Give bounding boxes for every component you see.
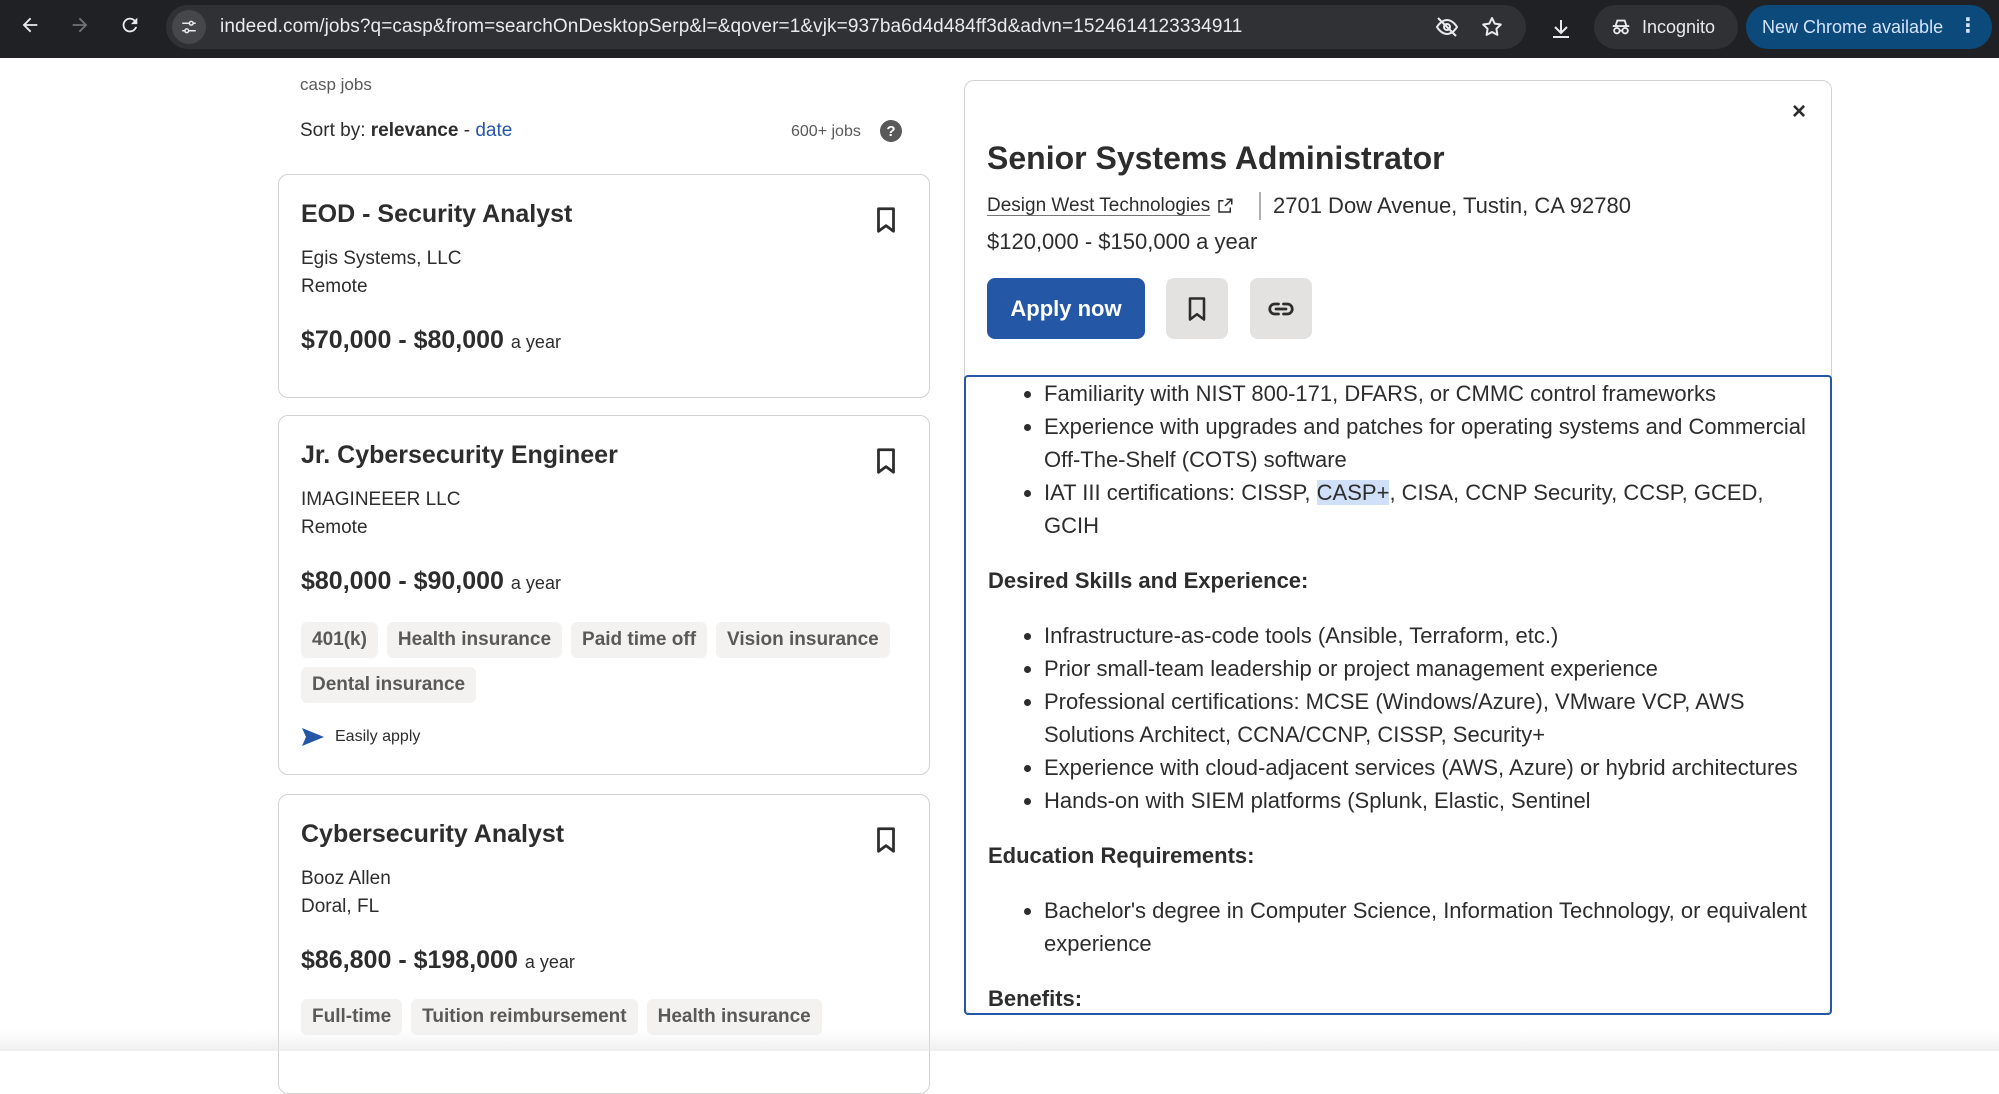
education-list: Bachelor's degree in Computer Science, I… <box>988 894 1808 960</box>
job-card[interactable]: EOD - Security Analyst Egis Systems, LLC… <box>278 174 930 398</box>
divider <box>1259 192 1261 220</box>
breadcrumb[interactable]: casp jobs <box>300 75 372 95</box>
list-item: Hands-on with SIEM platforms (Splunk, El… <box>988 784 1808 817</box>
job-count: 600+ jobs <box>791 123 861 140</box>
sort-date-link[interactable]: date <box>475 120 512 141</box>
detail-job-title: Senior Systems Administrator <box>987 140 1445 176</box>
reload-icon <box>122 17 138 33</box>
detail-company-name[interactable]: Design West Technologies <box>987 195 1210 217</box>
detail-company-link[interactable]: Design West Technologies <box>987 195 1234 217</box>
help-icon[interactable]: ? <box>880 120 902 142</box>
close-icon[interactable]: × <box>1792 98 1806 126</box>
list-item: Experience with upgrades and patches for… <box>988 410 1808 476</box>
job-title[interactable]: Jr. Cybersecurity Engineer <box>301 441 618 470</box>
list-item: Infrastructure-as-code tools (Ansible, T… <box>988 619 1808 652</box>
easy-apply-label: Easily apply <box>335 728 421 745</box>
forward-button[interactable] <box>60 5 100 45</box>
salary: $86,800 - $198,000 a year <box>301 946 575 975</box>
job-location: Remote <box>301 276 368 297</box>
list-item: Experience with cloud-adjacent services … <box>988 751 1808 784</box>
job-description[interactable]: Familiarity with NIST 800-171, DFARS, or… <box>964 375 1832 1015</box>
incognito-icon <box>1612 19 1630 35</box>
new-chrome-button[interactable]: New Chrome available ⋮ <box>1746 5 1992 49</box>
company-name: Booz Allen <box>301 868 391 889</box>
link-icon <box>1268 302 1294 315</box>
benefit-tags: 401(k) Health insurance Paid time off Vi… <box>301 622 911 703</box>
incognito-label: Incognito <box>1642 16 1716 37</box>
detail-salary: $120,000 - $150,000 a year <box>987 229 1258 254</box>
salary-period: a year <box>524 952 575 972</box>
list-item: Familiarity with NIST 800-171, DFARS, or… <box>988 377 1808 410</box>
page-bottom-fade <box>0 1030 1999 1051</box>
list-item: Bachelor's degree in Computer Science, I… <box>988 894 1808 960</box>
external-link-icon <box>1218 198 1233 213</box>
sort-separator: - <box>458 120 476 141</box>
bookmark-icon <box>1188 296 1206 321</box>
list-item: IAT III certifications: CISSP, CASP+, CI… <box>988 476 1808 542</box>
eye-off-icon[interactable] <box>1432 12 1462 42</box>
salary-range: $70,000 - $80,000 <box>301 326 504 354</box>
benefit-tag: 401(k) <box>301 622 378 658</box>
salary: $70,000 - $80,000 a year <box>301 326 561 355</box>
salary-range: $80,000 - $90,000 <box>301 567 504 595</box>
section-heading: Education Requirements: <box>988 843 1255 868</box>
benefit-tag: Health insurance <box>386 622 563 658</box>
browser-toolbar: indeed.com/jobs?q=casp&from=searchOnDesk… <box>0 0 1999 58</box>
apply-now-button[interactable]: Apply now <box>987 278 1145 339</box>
arrow-left-icon <box>22 17 38 33</box>
update-label: New Chrome available <box>1762 16 1944 37</box>
bookmark-icon[interactable] <box>871 446 901 476</box>
bookmark-icon[interactable] <box>871 205 901 235</box>
salary: $80,000 - $90,000 a year <box>301 567 561 596</box>
download-icon[interactable] <box>1541 9 1581 49</box>
cert-prefix: IAT III certifications: CISSP, <box>1044 480 1317 505</box>
job-location: Doral, FL <box>301 896 380 917</box>
description-content: Familiarity with NIST 800-171, DFARS, or… <box>988 377 1808 1013</box>
url-text[interactable]: indeed.com/jobs?q=casp&from=searchOnDesk… <box>220 16 1242 38</box>
benefit-tag: Dental insurance <box>301 667 477 703</box>
sort-relevance: relevance <box>370 120 459 141</box>
company-name: IMAGINEEER LLC <box>301 489 461 510</box>
search-highlight: CASP+ <box>1316 480 1390 505</box>
tune-icon <box>182 20 196 34</box>
star-icon[interactable] <box>1477 12 1507 42</box>
requirements-list: Familiarity with NIST 800-171, DFARS, or… <box>988 377 1808 542</box>
list-item: Prior small-team leadership or project m… <box>988 652 1808 685</box>
bookmark-icon[interactable] <box>871 825 901 855</box>
job-card[interactable]: Jr. Cybersecurity Engineer IMAGINEEER LL… <box>278 415 930 775</box>
copy-link-button[interactable] <box>1250 278 1312 339</box>
back-button[interactable] <box>10 5 50 45</box>
sort-prefix: Sort by: <box>300 120 366 141</box>
send-icon <box>302 728 324 746</box>
easy-apply: Easily apply <box>301 727 420 747</box>
benefit-tag: Paid time off <box>571 622 708 658</box>
salary-range: $86,800 - $198,000 <box>301 946 518 974</box>
company-name: Egis Systems, LLC <box>301 248 462 269</box>
benefit-tag: Vision insurance <box>716 622 890 658</box>
detail-address: 2701 Dow Avenue, Tustin, CA 92780 <box>1273 193 1631 218</box>
desired-skills-list: Infrastructure-as-code tools (Ansible, T… <box>988 619 1808 817</box>
incognito-indicator[interactable]: Incognito <box>1594 5 1738 49</box>
list-item: Professional certifications: MCSE (Windo… <box>988 685 1808 751</box>
section-heading: Desired Skills and Experience: <box>988 568 1309 593</box>
sort-control: Sort by: relevance - date <box>300 120 512 142</box>
salary-period: a year <box>510 573 561 593</box>
site-info-button[interactable] <box>172 10 206 44</box>
job-title[interactable]: EOD - Security Analyst <box>301 200 572 229</box>
reload-button[interactable] <box>110 5 150 45</box>
salary-period: a year <box>510 332 561 352</box>
more-menu-icon[interactable]: ⋮ <box>1958 15 1978 37</box>
address-bar[interactable]: indeed.com/jobs?q=casp&from=searchOnDesk… <box>166 5 1526 49</box>
section-heading: Benefits: <box>988 986 1083 1011</box>
job-title[interactable]: Cybersecurity Analyst <box>301 820 564 849</box>
save-job-button[interactable] <box>1166 278 1228 339</box>
arrow-right-icon <box>72 17 88 33</box>
job-location: Remote <box>301 517 368 538</box>
